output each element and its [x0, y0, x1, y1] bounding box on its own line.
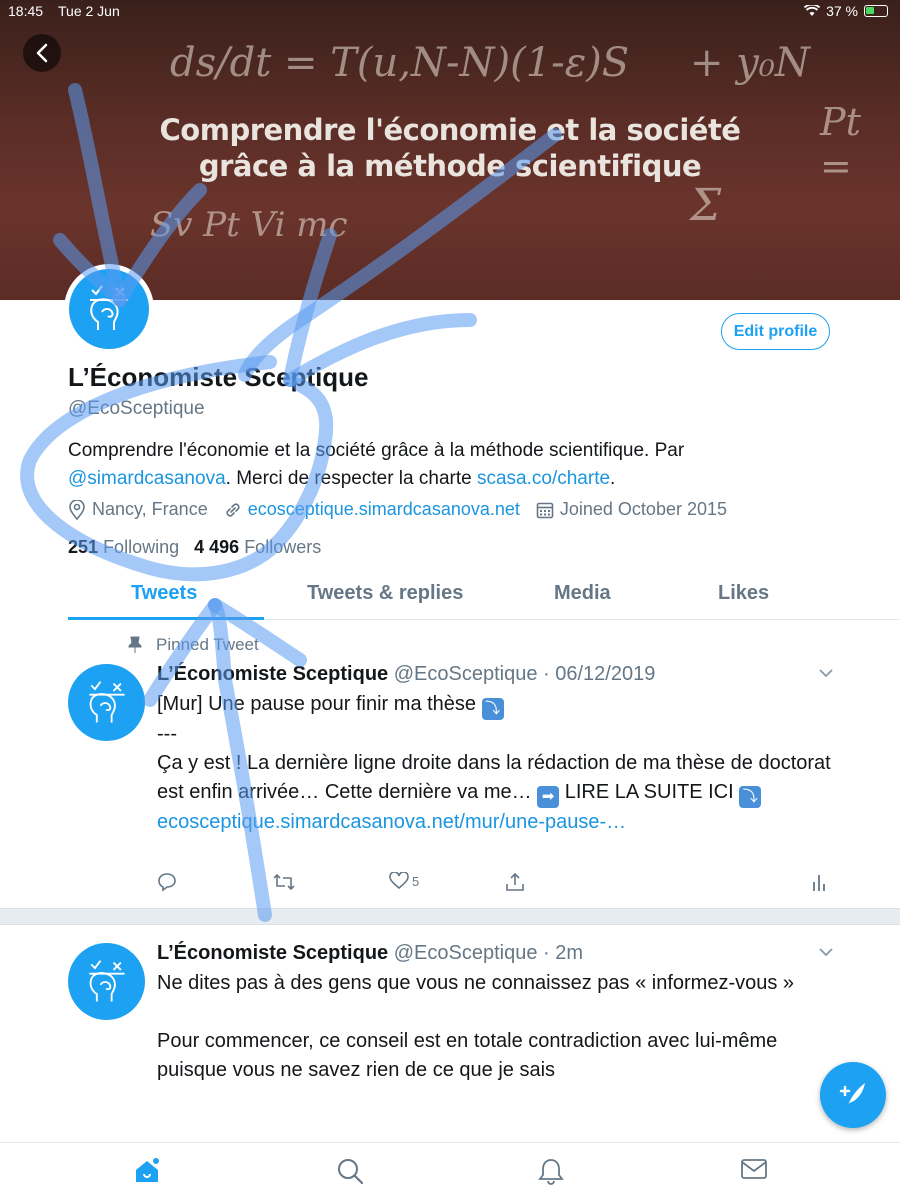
profile-handle: @EcoSceptique [68, 398, 205, 419]
tweet-avatar[interactable] [68, 943, 145, 1020]
tweet-header: L’Économiste Sceptique @EcoSceptique · 2… [157, 942, 583, 965]
tweet-text-line: [Mur] Une pause pour finir ma thèse [157, 693, 477, 715]
bottom-tab-bar [0, 1142, 900, 1200]
back-button[interactable] [23, 34, 61, 72]
status-indicators: 37 % [804, 3, 888, 19]
status-time: 18:45 [8, 3, 44, 19]
nav-search[interactable] [336, 1157, 364, 1190]
tweet-text-paragraph: Pour commencer, ce conseil est en totale… [157, 1030, 778, 1081]
pinned-tweet-label: Pinned Tweet [128, 635, 259, 655]
bio-text: . Merci de respecter la charte [225, 468, 472, 489]
status-date: Tue 2 Jun [58, 3, 120, 19]
retweet-icon [273, 874, 295, 890]
profile-website[interactable]: ecosceptique.simardcasanova.net [224, 499, 520, 520]
banner-tagline-line2: grâce à la méthode scientifique [198, 149, 702, 183]
active-tab-indicator [68, 617, 264, 620]
nav-home[interactable] [133, 1157, 161, 1190]
profile-joined-text: Joined October 2015 [559, 499, 728, 519]
reply-button[interactable] [157, 872, 177, 892]
following-link[interactable]: 251 Following [68, 537, 179, 557]
battery-percent: 37 % [826, 3, 858, 19]
wifi-icon [804, 5, 821, 16]
chevron-down-icon[interactable] [817, 946, 835, 958]
brain-head-icon [90, 285, 128, 330]
tab-likes[interactable]: Likes [718, 582, 769, 605]
share-button[interactable] [505, 872, 525, 892]
brain-head-icon [88, 959, 125, 1001]
followers-label: Followers [244, 537, 322, 557]
tweet-author-name[interactable]: L’Économiste Sceptique [157, 663, 388, 685]
compose-icon [839, 1083, 865, 1107]
profile-avatar[interactable] [64, 264, 154, 354]
profile-website-link[interactable]: ecosceptique.simardcasanova.net [248, 499, 520, 520]
pinned-tweet-text: Pinned Tweet [156, 635, 259, 654]
bio-mention-link[interactable]: @simardcasanova [68, 468, 226, 489]
chevron-left-icon [36, 43, 48, 63]
brain-head-icon [88, 680, 125, 722]
tweet-avatar[interactable] [68, 664, 145, 741]
bio-text: Comprendre l'économie et la société grâc… [68, 440, 685, 461]
followers-link[interactable]: 4 496 Followers [194, 537, 321, 557]
pin-icon [128, 636, 142, 653]
compose-tweet-button[interactable] [820, 1062, 886, 1128]
share-icon [506, 872, 524, 891]
tweet-author-name[interactable]: L’Économiste Sceptique [157, 942, 388, 964]
profile-tabs: Tweets Tweets & replies Media Likes [68, 574, 900, 620]
calendar-icon [536, 502, 554, 518]
retweet-button[interactable] [273, 872, 295, 892]
bell-icon [538, 1159, 564, 1185]
battery-icon [864, 5, 888, 17]
tweet-header: L’Économiste Sceptique @EcoSceptique · 0… [157, 663, 655, 686]
bio-text: . [610, 468, 616, 489]
following-label: Following [103, 537, 180, 557]
chevron-down-icon[interactable] [817, 667, 835, 679]
tab-media[interactable]: Media [554, 582, 611, 605]
mail-icon [741, 1159, 767, 1179]
tweet-text-line: --- [157, 723, 177, 745]
profile-meta: Nancy, France ecosceptique.simardcasanov… [68, 499, 743, 520]
map-pin-icon [69, 499, 85, 520]
nav-notifications[interactable] [538, 1157, 564, 1190]
analytics-icon [813, 875, 825, 891]
profile-location: Nancy, France [68, 499, 208, 520]
edit-profile-button[interactable]: Edit profile [721, 313, 830, 350]
tab-tweets[interactable]: Tweets [131, 582, 197, 605]
followers-count: 4 496 [194, 537, 240, 557]
tweet-text-paragraph: Ne dites pas à des gens que vous ne conn… [157, 972, 795, 994]
tweet-meta: @EcoSceptique · 2m [393, 942, 584, 964]
home-icon [136, 1158, 159, 1182]
profile-name: L’Économiste Sceptique [68, 362, 369, 392]
arrow-right-emoji: ➡ [537, 786, 560, 808]
profile-counts: 251 Following 4 496 Followers [68, 537, 321, 558]
tweet-meta: @EcoSceptique · 06/12/2019 [393, 663, 656, 685]
banner-tagline-line1: Comprendre l'économie et la société [159, 113, 741, 147]
tweet-text: Ne dites pas à des gens que vous ne conn… [157, 969, 827, 1085]
tweet-text-line: LIRE LA SUITE ICI [559, 781, 734, 803]
tweet-text: [Mur] Une pause pour finir ma thèse ⤵ --… [157, 690, 847, 837]
arrow-down-emoji: ⤵ [481, 698, 504, 720]
profile-location-text: Nancy, France [92, 499, 208, 519]
tweet-separator [0, 908, 900, 925]
tab-tweets-replies[interactable]: Tweets & replies [307, 582, 463, 605]
reply-icon [158, 873, 176, 892]
profile-banner: ds/dt = T(u,N-N)(1-ε)S + y₀N Sv Pt Vi mc… [0, 0, 900, 300]
link-icon [226, 502, 240, 517]
search-icon [338, 1159, 364, 1185]
bio-charter-link[interactable]: scasa.co/charte [477, 468, 610, 489]
banner-tagline: Comprendre l'économie et la société grâc… [0, 112, 900, 184]
tweet-actions: 5 [157, 872, 837, 896]
status-bar: 18:45 Tue 2 Jun 37 % [0, 0, 900, 24]
profile-joined: Joined October 2015 [536, 499, 727, 520]
analytics-button[interactable] [812, 872, 826, 892]
profile-bio: Comprendre l'économie et la société grâc… [68, 437, 848, 493]
like-button[interactable]: 5 [389, 872, 419, 890]
like-count: 5 [412, 873, 420, 889]
tweet-link[interactable]: ecosceptique.simardcasanova.net/mur/une-… [157, 808, 847, 837]
arrow-down-emoji: ⤵ [739, 786, 762, 808]
following-count: 251 [68, 537, 99, 557]
nav-messages[interactable] [740, 1157, 768, 1186]
heart-icon [389, 872, 409, 890]
